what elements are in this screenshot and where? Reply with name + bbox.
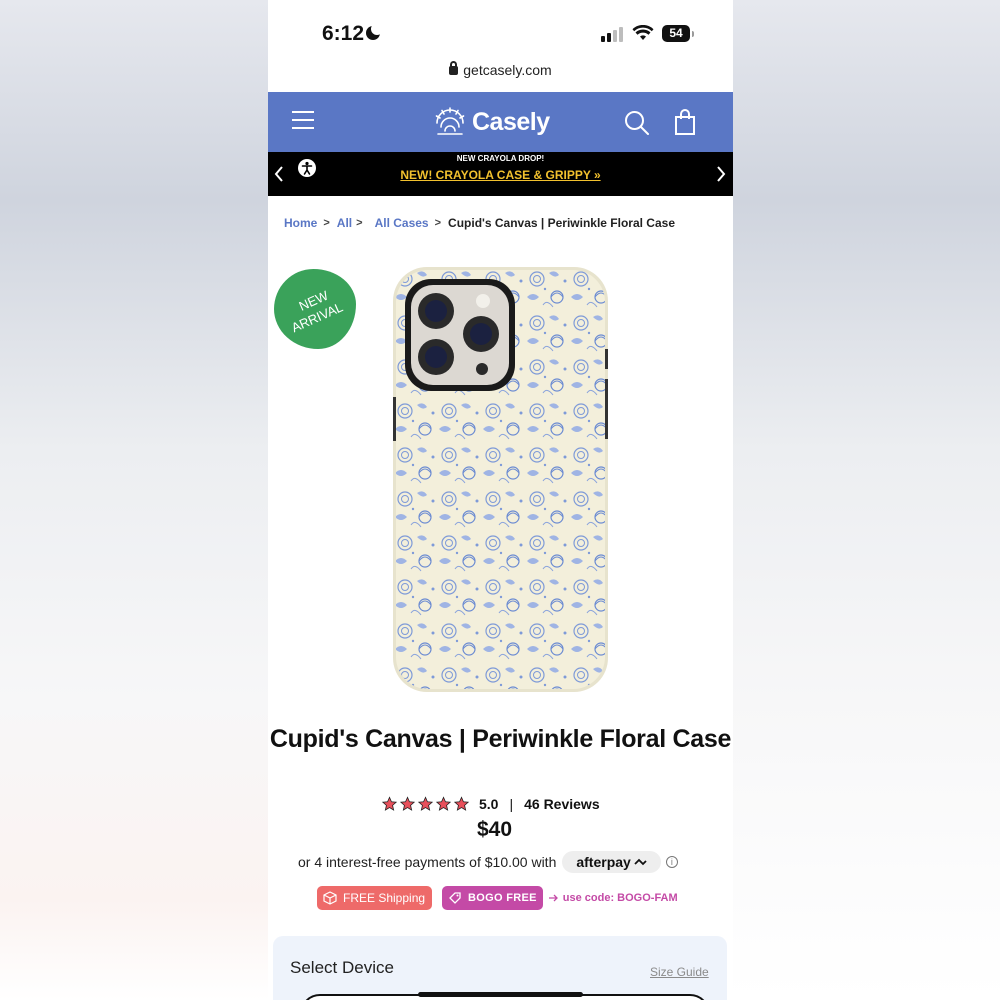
wifi-icon <box>632 25 654 40</box>
rating-value: 5.0 <box>479 796 499 812</box>
rating-summary[interactable]: 5.0 | 46 Reviews <box>381 794 600 814</box>
site-header: Casely <box>268 92 733 152</box>
status-time: 6:12 <box>322 22 365 45</box>
star-rating <box>381 796 471 812</box>
chevron-right-icon: > <box>323 217 330 229</box>
new-arrival-badge: NEW ARRIVAL <box>274 269 356 349</box>
breadcrumb-all[interactable]: All <box>337 216 352 230</box>
afterpay-arrows-icon <box>634 858 647 866</box>
url-text: getcasely.com <box>463 62 552 78</box>
background-left <box>0 0 268 1000</box>
sun-logo-icon <box>435 107 465 135</box>
promo-code-text: use code: BOGO-FAM <box>562 892 678 904</box>
background-right <box>732 0 1000 1000</box>
moon-icon <box>366 23 383 40</box>
star-icon <box>435 796 452 811</box>
device-selector-panel: Select Device Size Guide <box>273 936 727 1000</box>
star-icon <box>399 796 416 811</box>
review-count[interactable]: 46 Reviews <box>524 796 600 812</box>
arrow-right-icon <box>548 894 558 902</box>
logo-text: Casely <box>472 107 550 136</box>
divider: | <box>509 796 514 812</box>
battery-icon: 54 <box>662 25 694 42</box>
bogo-badge[interactable]: BOGO FREE <box>442 886 543 910</box>
afterpay-installment: or 4 interest-free payments of $10.00 wi… <box>298 850 678 874</box>
size-guide-link[interactable]: Size Guide <box>650 965 709 979</box>
select-device-label: Select Device <box>290 958 394 977</box>
promo-link[interactable]: NEW! CRAYOLA CASE & GRIPPY » <box>268 168 733 182</box>
star-icon <box>453 796 470 811</box>
promo-code: use code: BOGO-FAM <box>548 892 678 904</box>
offer-badges: FREE Shipping BOGO FREE use code: BOGO-F… <box>317 886 678 910</box>
package-icon <box>323 891 337 905</box>
status-bar: 6:12 54 <box>268 0 733 60</box>
home-indicator[interactable] <box>418 992 583 997</box>
address-bar[interactable]: getcasely.com <box>268 61 733 86</box>
product-image[interactable] <box>393 267 608 692</box>
phone-screen: 6:12 54 getcasely.com Casely NEW CRAYOLA… <box>268 0 733 1000</box>
afterpay-logo[interactable]: afterpay <box>562 851 661 873</box>
cellular-signal-icon <box>601 26 625 42</box>
info-icon[interactable]: i <box>665 856 678 868</box>
breadcrumb: Home > All > All Cases > Cupid's Canvas … <box>284 214 675 232</box>
chevron-right-icon: > <box>356 217 363 229</box>
chevron-right-icon[interactable] <box>714 164 728 184</box>
breadcrumb-all-cases[interactable]: All Cases <box>375 216 429 230</box>
hamburger-icon[interactable] <box>292 111 314 129</box>
free-shipping-badge[interactable]: FREE Shipping <box>317 886 433 910</box>
tag-icon <box>449 892 461 904</box>
casely-logo[interactable]: Casely <box>434 105 550 139</box>
free-shipping-label: FREE Shipping <box>343 891 426 905</box>
product-title: Cupid's Canvas | Periwinkle Floral Case <box>269 725 732 753</box>
breadcrumb-current: Cupid's Canvas | Periwinkle Floral Case <box>448 216 675 230</box>
promo-banner: NEW CRAYOLA DROP! NEW! CRAYOLA CASE & GR… <box>268 152 733 196</box>
breadcrumb-home[interactable]: Home <box>284 216 317 230</box>
promo-eyebrow: NEW CRAYOLA DROP! <box>456 154 545 163</box>
search-icon[interactable] <box>624 110 650 136</box>
shopping-bag-icon[interactable] <box>674 109 696 135</box>
star-icon <box>417 796 434 811</box>
product-price: $40 <box>476 818 513 841</box>
star-icon <box>381 796 398 811</box>
bogo-label: BOGO FREE <box>468 892 537 904</box>
installment-text: or 4 interest-free payments of $10.00 wi… <box>298 854 557 870</box>
afterpay-label: afterpay <box>576 854 631 870</box>
chevron-right-icon: > <box>434 217 442 229</box>
lock-icon <box>449 61 459 75</box>
